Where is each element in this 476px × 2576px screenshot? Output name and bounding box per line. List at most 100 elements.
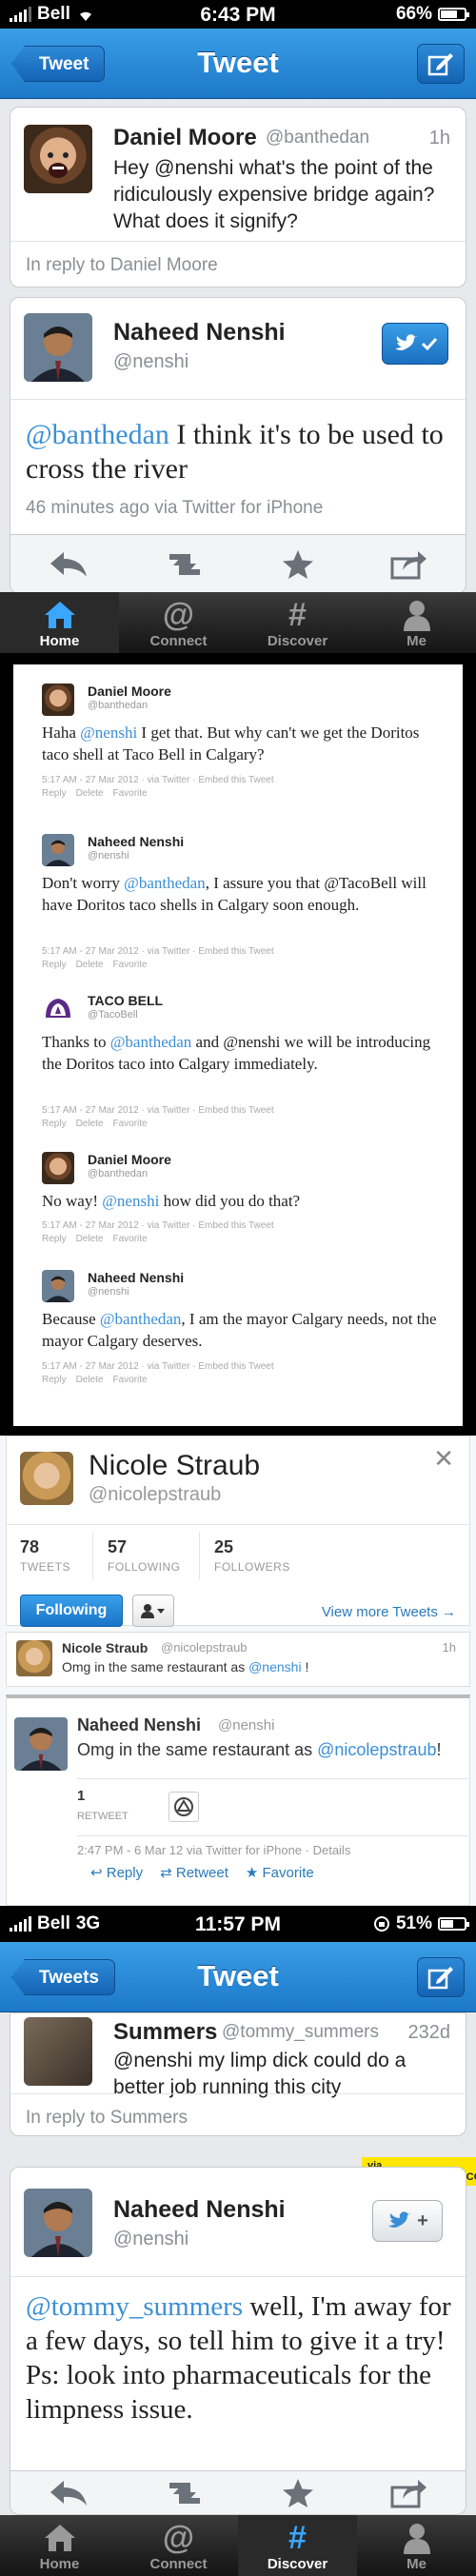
avatar[interactable] (16, 1640, 52, 1676)
tab-home[interactable]: Home (0, 592, 119, 653)
user-name[interactable]: Daniel Moore (88, 684, 171, 699)
favorite-link[interactable]: Favorite (112, 1234, 147, 1244)
mention-link[interactable]: @tommy_summers (26, 2291, 243, 2322)
in-reply-to[interactable]: In reply to Daniel Moore (10, 241, 466, 287)
share-icon[interactable] (389, 2478, 427, 2508)
mention-link[interactable]: @banthedan (26, 419, 169, 450)
panel-restaurant-profile: Nicole Straub @nicolepstraub ✕ 78 TWEETS… (0, 1436, 476, 1906)
user-handle[interactable]: @nicolepstraub (161, 1640, 248, 1655)
user-handle[interactable]: @tommy_summers (222, 2022, 379, 2043)
star-icon[interactable] (282, 549, 314, 580)
user-name[interactable]: Nicole Straub (62, 1640, 148, 1655)
user-name[interactable]: Daniel Moore (88, 1152, 171, 1167)
tweet-action-bar (10, 2471, 466, 2515)
close-icon[interactable]: ✕ (433, 1444, 454, 1474)
retweet-icon[interactable] (164, 2479, 206, 2507)
list-item[interactable]: Naheed Nenshi @nenshi Because @banthedan… (13, 1270, 463, 1413)
user-actions-button[interactable] (132, 1595, 174, 1627)
user-name[interactable]: Naheed Nenshi (113, 2196, 286, 2224)
compose-button[interactable] (417, 44, 465, 84)
reply-icon[interactable] (49, 2479, 89, 2507)
tab-discover[interactable]: # Discover (238, 2515, 357, 2576)
favorite-link[interactable]: Favorite (112, 788, 147, 799)
favorite-link[interactable]: Favorite (112, 1119, 147, 1129)
user-handle[interactable]: @banthedan (88, 700, 148, 711)
battery-icon (438, 8, 469, 21)
in-reply-to[interactable]: In reply to Summers (10, 2093, 466, 2135)
reply-link[interactable]: Reply (42, 1375, 67, 1385)
avatar[interactable] (42, 1270, 74, 1302)
reply-link[interactable]: ↩ Reply (90, 1864, 143, 1881)
tab-connect[interactable]: @ Connect (119, 592, 238, 653)
original-tweet-card[interactable]: Summers @tommy_summers 232d @nenshi my l… (10, 2012, 466, 2136)
delete-link[interactable]: Delete (76, 1234, 104, 1244)
taco-bell-logo[interactable] (42, 993, 74, 1025)
tab-home[interactable]: Home (0, 2515, 119, 2576)
retweet-icon[interactable] (164, 550, 206, 579)
avatar[interactable] (42, 1152, 74, 1184)
user-name[interactable]: Naheed Nenshi (88, 1270, 184, 1285)
user-handle[interactable]: @nenshi (88, 1286, 129, 1298)
favorite-link[interactable]: Favorite (112, 1375, 147, 1385)
share-icon[interactable] (389, 549, 427, 580)
retweeter-avatar[interactable] (169, 1792, 199, 1822)
delete-link[interactable]: Delete (76, 960, 104, 970)
user-name[interactable]: TACO BELL (88, 993, 163, 1008)
list-item[interactable]: Nicole Straub @nicolepstraub 1h Omg in t… (6, 1632, 470, 1687)
user-handle[interactable]: @nenshi (88, 850, 129, 862)
user-name[interactable]: Summers (113, 2019, 217, 2046)
list-item[interactable]: Daniel Moore @banthedan Haha @nenshi I g… (13, 684, 463, 817)
avatar[interactable] (24, 2189, 92, 2257)
user-handle[interactable]: @banthedan (88, 1168, 148, 1179)
list-item[interactable]: Naheed Nenshi @nenshi Don't worry @banth… (13, 834, 463, 986)
tab-discover[interactable]: # Discover (238, 592, 357, 653)
user-handle[interactable]: @nenshi (218, 1717, 274, 1734)
avatar[interactable] (24, 125, 92, 193)
reply-link[interactable]: Reply (42, 788, 67, 799)
tweet-text: Hey @nenshi what's the point of the ridi… (113, 157, 435, 232)
avatar[interactable] (42, 684, 74, 716)
user-handle[interactable]: @TacoBell (88, 1009, 138, 1020)
stat-tweets-count[interactable]: 78 (20, 1537, 39, 1557)
stat-followers-count[interactable]: 25 (214, 1537, 233, 1557)
user-name[interactable]: Naheed Nenshi (77, 1715, 201, 1735)
favorite-link[interactable]: ★ Favorite (246, 1864, 314, 1881)
user-name[interactable]: Daniel Moore (113, 125, 257, 151)
following-button[interactable]: Following (20, 1595, 123, 1627)
tab-me[interactable]: Me (357, 592, 476, 653)
avatar[interactable] (14, 1717, 68, 1771)
user-name[interactable]: Naheed Nenshi (88, 834, 184, 849)
delete-link[interactable]: Delete (76, 1119, 104, 1129)
status-bar: Bell 6:43 PM 66% (0, 0, 476, 29)
follow-button[interactable]: + (372, 2200, 443, 2242)
delete-link[interactable]: Delete (76, 1375, 104, 1385)
reply-icon[interactable] (49, 550, 89, 579)
star-icon[interactable] (282, 2478, 314, 2508)
tab-connect[interactable]: @ Connect (119, 2515, 238, 2576)
favorite-link[interactable]: Favorite (112, 960, 147, 970)
view-more-tweets-link[interactable]: View more Tweets → (322, 1604, 456, 1620)
list-item[interactable]: Naheed Nenshi @nenshi Omg in the same re… (6, 1694, 470, 1906)
avatar[interactable] (24, 2017, 92, 2086)
list-item[interactable]: Daniel Moore @banthedan No way! @nenshi … (13, 1152, 463, 1266)
user-handle[interactable]: @nenshi (113, 2229, 188, 2250)
delete-link[interactable]: Delete (76, 788, 104, 799)
tab-me[interactable]: Me (357, 2515, 476, 2576)
avatar[interactable] (24, 313, 92, 382)
user-name[interactable]: Naheed Nenshi (113, 319, 286, 347)
stat-following-count[interactable]: 57 (108, 1537, 127, 1557)
user-handle[interactable]: @banthedan (266, 128, 369, 149)
retweet-count[interactable]: 1 (77, 1788, 85, 1804)
follow-button[interactable] (382, 323, 448, 365)
avatar[interactable] (20, 1452, 73, 1505)
list-item[interactable]: TACO BELL @TacoBell Thanks to @banthedan… (13, 993, 463, 1145)
user-handle[interactable]: @nenshi (113, 351, 188, 373)
retweet-link[interactable]: ⇄ Retweet (160, 1864, 228, 1881)
reply-link[interactable]: Reply (42, 1119, 67, 1129)
reply-link[interactable]: Reply (42, 1234, 67, 1244)
reply-link[interactable]: Reply (42, 960, 67, 970)
avatar[interactable] (42, 834, 74, 866)
tweet-text: Because @banthedan, I am the mayor Calga… (42, 1310, 437, 1350)
compose-button[interactable] (417, 1957, 465, 1997)
original-tweet-card[interactable]: Daniel Moore @banthedan 1h Hey @nenshi w… (10, 107, 466, 287)
